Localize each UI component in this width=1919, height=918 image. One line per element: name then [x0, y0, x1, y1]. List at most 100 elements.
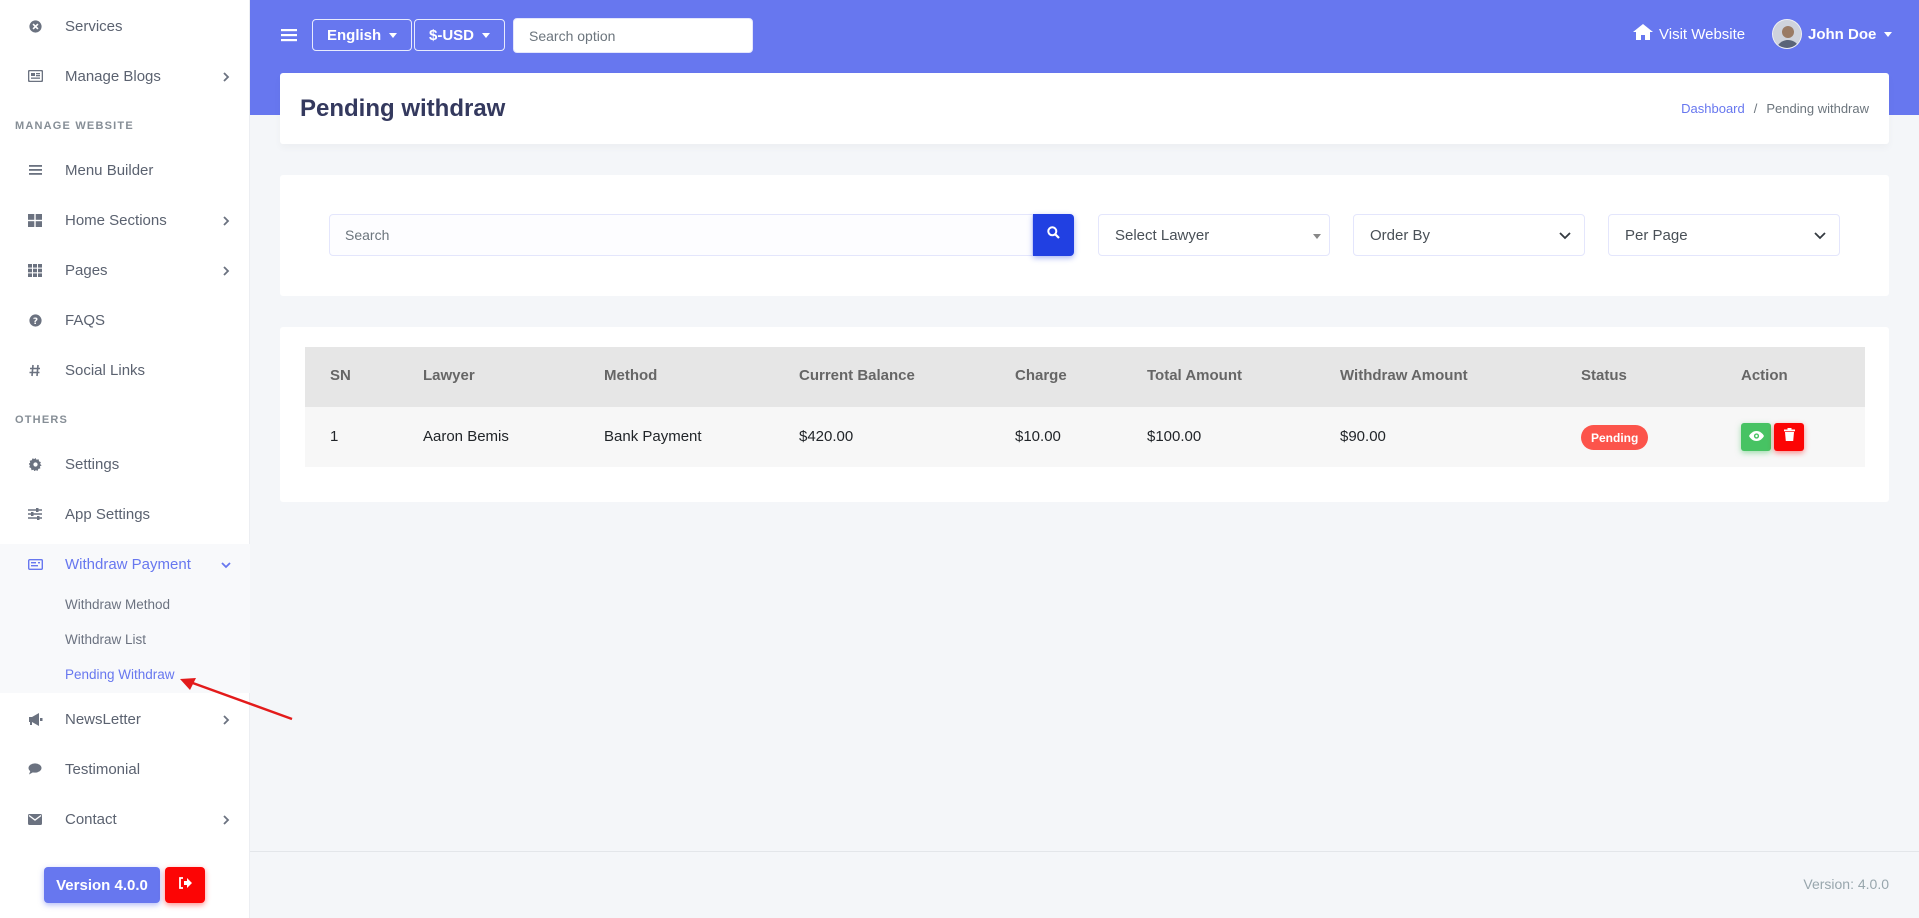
column-header-charge: Charge — [1015, 367, 1067, 384]
sidebar-item-pages[interactable]: Pages — [0, 250, 250, 290]
sidebar-item-label: App Settings — [65, 505, 151, 523]
sidebar-section-header: OTHERS — [15, 414, 69, 426]
sidebar-item-faqs[interactable]: ? FAQS — [0, 300, 250, 340]
sidebar-item-label: FAQS — [65, 311, 106, 329]
sidebar-item-menu-builder[interactable]: Menu Builder — [0, 150, 250, 190]
select-lawyer-value: Select Lawyer — [1115, 226, 1210, 244]
hashtag-icon — [27, 362, 43, 378]
cell-method: Bank Payment — [604, 428, 702, 445]
caret-down-icon — [482, 32, 491, 38]
table-header-row: SN Lawyer Method Current Balance Charge … — [305, 347, 1865, 407]
submenu-item-pending-withdraw[interactable]: Pending Withdraw — [65, 667, 175, 682]
table-row: 1 Aaron Bemis Bank Payment $420.00 $10.0… — [305, 407, 1865, 467]
sidebar-item-home-sections[interactable]: Home Sections — [0, 200, 250, 240]
sign-out-icon — [178, 876, 192, 894]
sidebar-item-newsletter[interactable]: NewsLetter — [0, 699, 250, 739]
withdraw-table-card: SN Lawyer Method Current Balance Charge … — [280, 327, 1889, 502]
breadcrumb: Dashboard / Pending withdraw — [1681, 101, 1869, 116]
avatar — [1772, 19, 1802, 49]
chevron-right-icon — [220, 214, 232, 226]
user-name: John Doe — [1808, 25, 1877, 43]
chevron-down-icon — [220, 558, 232, 570]
sidebar-item-label: Withdraw Payment — [65, 555, 191, 573]
version-button[interactable]: Version 4.0.0 — [44, 867, 160, 903]
sidebar-item-settings[interactable]: Settings — [0, 444, 250, 484]
bars-icon — [27, 162, 43, 178]
sidebar-item-contact[interactable]: Contact — [0, 799, 250, 839]
filter-card: Select Lawyer Order By Per Page — [280, 175, 1889, 296]
th-icon — [27, 262, 43, 278]
sidebar-item-app-settings[interactable]: App Settings — [0, 494, 250, 534]
chevron-down-icon — [1813, 228, 1827, 242]
language-dropdown[interactable]: English — [312, 19, 413, 51]
order-by-value: Order By — [1370, 226, 1431, 244]
sidebar-item-label: Services — [65, 17, 123, 35]
chevron-right-icon — [220, 713, 232, 725]
sidebar-item-services[interactable]: Services — [0, 6, 250, 46]
sidebar-item-withdraw-payment[interactable]: Withdraw Payment — [0, 544, 250, 584]
per-page-value: Per Page — [1625, 226, 1688, 244]
column-header-lawyer: Lawyer — [423, 367, 475, 384]
breadcrumb-dashboard-link[interactable]: Dashboard — [1681, 101, 1745, 116]
sidebar-item-label: Pages — [65, 261, 108, 279]
column-header-current-balance: Current Balance — [799, 367, 915, 384]
breadcrumb-current: Pending withdraw — [1766, 101, 1869, 116]
eye-icon — [1748, 428, 1764, 446]
sidebar: Services Manage Blogs MANAGE WEBSITE Men… — [0, 0, 250, 918]
sidebar-item-label: Menu Builder — [65, 161, 154, 179]
home-icon — [1633, 24, 1659, 44]
sidebar-item-label: Testimonial — [65, 760, 141, 778]
search-button[interactable] — [1033, 214, 1074, 256]
money-check-icon — [27, 556, 43, 572]
visit-website-link[interactable]: Visit Website — [1633, 24, 1745, 44]
cog-icon — [27, 456, 43, 472]
search-icon — [1047, 226, 1060, 244]
sidebar-item-label: Social Links — [65, 361, 146, 379]
submenu-item-withdraw-list[interactable]: Withdraw List — [65, 632, 146, 647]
submenu-item-withdraw-method[interactable]: Withdraw Method — [65, 597, 170, 612]
per-page-select[interactable]: Per Page — [1608, 214, 1840, 256]
th-large-icon — [27, 212, 43, 228]
column-header-total-amount: Total Amount — [1147, 367, 1242, 384]
breadcrumb-separator: / — [1753, 101, 1758, 116]
status-badge: Pending — [1581, 425, 1649, 450]
caret-down-icon — [1313, 234, 1321, 239]
caret-down-icon — [389, 32, 398, 38]
column-header-action: Action — [1741, 367, 1788, 384]
delete-button[interactable] — [1774, 423, 1804, 451]
sidebar-item-manage-blogs[interactable]: Manage Blogs — [0, 56, 250, 96]
currency-dropdown[interactable]: $-USD — [414, 19, 506, 51]
sidebar-item-social-links[interactable]: Social Links — [0, 350, 250, 390]
top-search-input[interactable] — [513, 18, 753, 53]
select-lawyer-dropdown[interactable]: Select Lawyer — [1098, 214, 1330, 256]
envelope-icon — [27, 811, 43, 827]
view-button[interactable] — [1741, 423, 1771, 451]
svg-text:?: ? — [32, 316, 37, 326]
menu-toggle-icon[interactable] — [281, 27, 297, 43]
sidebar-section-header: MANAGE WEBSITE — [15, 120, 134, 132]
question-circle-icon: ? — [27, 312, 43, 328]
cell-withdraw-amount: $90.00 — [1340, 428, 1386, 445]
bullhorn-icon — [27, 711, 43, 727]
chevron-right-icon — [220, 70, 232, 82]
search-input[interactable] — [329, 214, 1033, 256]
user-dropdown[interactable]: John Doe — [1772, 18, 1893, 50]
caret-down-icon — [1884, 31, 1893, 37]
chevron-right-icon — [220, 264, 232, 276]
logout-button[interactable] — [165, 867, 205, 903]
column-header-withdraw-amount: Withdraw Amount — [1340, 367, 1468, 384]
column-header-sn: SN — [330, 367, 351, 384]
cell-total-amount: $100.00 — [1147, 428, 1202, 445]
sidebar-item-label: Settings — [65, 455, 120, 473]
sidebar-item-testimonial[interactable]: Testimonial — [0, 749, 250, 789]
chevron-down-icon — [1558, 228, 1572, 242]
order-by-select[interactable]: Order By — [1353, 214, 1585, 256]
cell-lawyer: Aaron Bemis — [423, 428, 509, 445]
trash-icon — [1783, 428, 1795, 446]
sidebar-item-label: Contact — [65, 810, 117, 828]
footer-version: Version: 4.0.0 — [1803, 876, 1889, 892]
times-circle-icon — [27, 18, 43, 34]
chevron-right-icon — [220, 813, 232, 825]
visit-website-label: Visit Website — [1659, 25, 1746, 43]
column-header-method: Method — [604, 367, 658, 384]
